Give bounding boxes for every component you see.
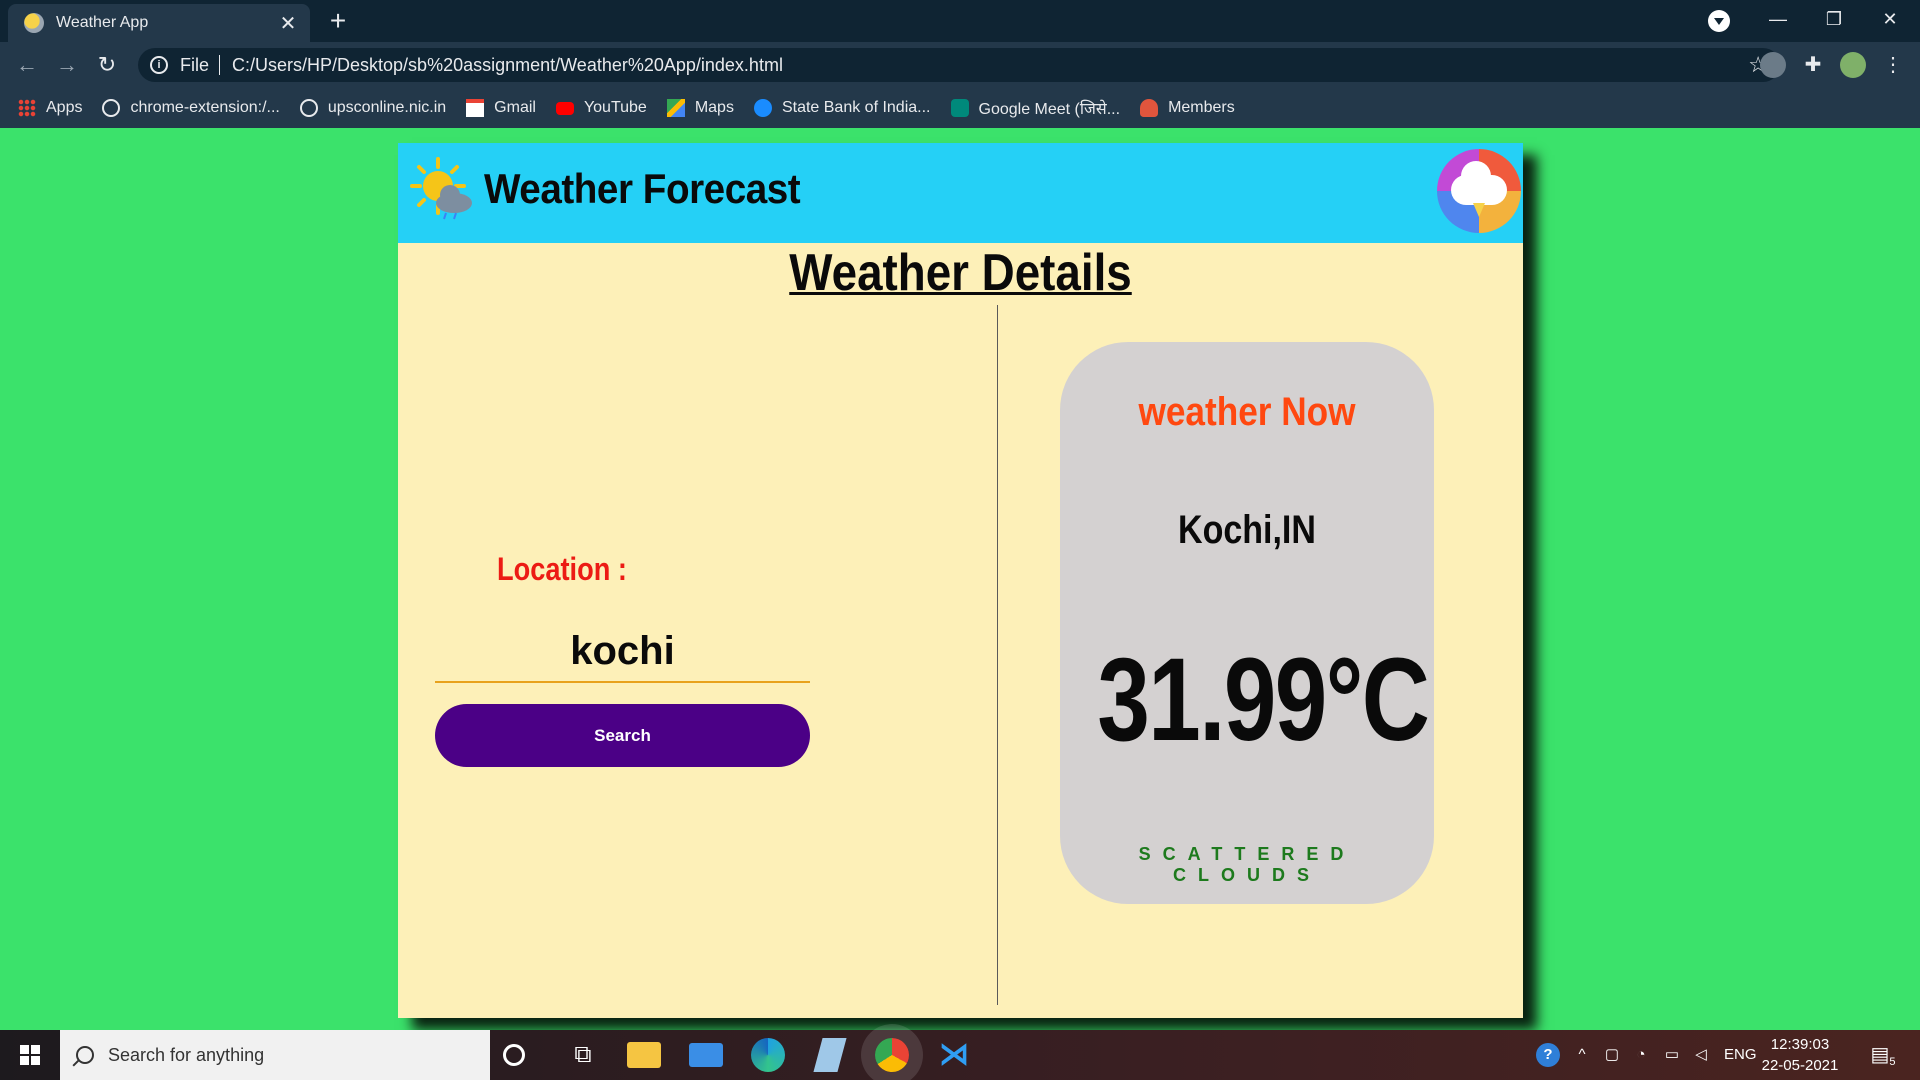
maps-icon — [666, 99, 685, 117]
vscode-icon[interactable]: ⋊ — [937, 1038, 971, 1072]
bookmark-label: Google Meet (जिसे... — [978, 101, 1121, 118]
start-button[interactable] — [0, 1030, 60, 1080]
bookmark-maps[interactable]: Maps — [666, 99, 734, 117]
section-title: Weather Details — [789, 244, 1132, 302]
wifi-icon[interactable]: ◔ — [1630, 1030, 1652, 1080]
bookmark-sbi[interactable]: State Bank of India... — [753, 99, 931, 117]
search-button[interactable]: Search — [435, 704, 810, 767]
search-icon — [76, 1046, 94, 1064]
bookmark-label: YouTube — [583, 99, 647, 116]
notification-center-icon[interactable]: ▤5 — [1868, 1030, 1898, 1080]
bookmark-label: State Bank of India... — [781, 99, 931, 116]
close-tab-icon[interactable]: ✕ — [276, 11, 300, 36]
bookmark-upsconline[interactable]: upsconline.nic.in — [299, 99, 447, 117]
youtube-icon — [555, 101, 574, 115]
weather-favicon-icon — [24, 13, 44, 33]
sbi-icon — [753, 99, 772, 117]
storm-cloud-icon — [1437, 149, 1521, 233]
weather-description: SCATTERED CLOUDS — [1138, 844, 1356, 885]
clock-date: 22-05-2021 — [1761, 1057, 1839, 1074]
language-indicator[interactable]: ENG — [1724, 1030, 1757, 1080]
members-icon — [1140, 99, 1159, 117]
task-view-icon[interactable]: ⧉ — [566, 1038, 600, 1072]
location-input[interactable] — [435, 621, 810, 683]
bookmark-label: Maps — [694, 99, 734, 116]
bookmark-label: Gmail — [494, 99, 536, 116]
menu-icon[interactable]: ⋮ — [1880, 52, 1906, 78]
help-icon[interactable]: ? — [1534, 1030, 1562, 1080]
restore-button[interactable]: ❐ — [1806, 0, 1862, 42]
minimize-button[interactable]: — — [1750, 0, 1806, 42]
new-tab-button[interactable]: + — [322, 6, 354, 38]
app-icon[interactable] — [813, 1038, 847, 1072]
forward-icon[interactable]: → — [52, 50, 82, 80]
volume-icon[interactable]: ◁ — [1690, 1030, 1712, 1080]
avatar[interactable] — [1840, 52, 1866, 78]
clock[interactable]: 12:39:03 22-05-2021 — [1760, 1034, 1840, 1076]
taskbar-search-placeholder: Search for anything — [108, 1044, 265, 1065]
chrome-icon[interactable] — [875, 1038, 909, 1072]
windows-logo-icon — [20, 1045, 40, 1065]
bookmarks-bar: Apps chrome-extension:/... upsconline.ni… — [0, 88, 1920, 128]
app-header: Weather Forecast — [398, 143, 1523, 243]
reload-icon[interactable]: ↻ — [92, 50, 122, 80]
bookmark-google-meet[interactable]: Google Meet (जिसे... — [950, 97, 1121, 119]
meet-now-icon[interactable]: ▢ — [1602, 1030, 1622, 1080]
bookmark-label: upsconline.nic.in — [327, 99, 447, 116]
windows-taskbar: Search for anything ⧉ ⋊ ? ^ ▢ ◔ ▭ ◁ ENG … — [0, 1030, 1920, 1080]
weather-now-title: weather Now — [1138, 390, 1356, 434]
puzzle-extensions-icon[interactable]: ✚ — [1800, 52, 1826, 78]
browser-tab[interactable]: Weather App ✕ — [8, 4, 310, 42]
chevron-up-icon[interactable]: ^ — [1572, 1030, 1592, 1080]
sun-cloud-icon — [410, 157, 472, 220]
bookmark-youtube[interactable]: YouTube — [555, 99, 647, 117]
info-icon[interactable]: i — [150, 56, 168, 74]
weather-now-panel: weather Now Kochi,IN 31.99°C SCATTERED C… — [1060, 342, 1434, 904]
edge-icon[interactable] — [751, 1038, 785, 1072]
clock-time: 12:39:03 — [1770, 1036, 1830, 1053]
bookmark-apps[interactable]: Apps — [18, 99, 82, 117]
url-scheme: File — [180, 54, 210, 75]
vertical-divider — [997, 305, 998, 1005]
browser-tab-strip: Weather App ✕ + — ❐ ✕ — [0, 0, 1920, 42]
weather-app-card: Weather Forecast Weather Details Locatio… — [398, 143, 1523, 1018]
window-close-button[interactable]: ✕ — [1862, 0, 1918, 42]
extension-icon[interactable] — [1760, 52, 1786, 78]
url-text: C:/Users/HP/Desktop/sb%20assignment/Weat… — [232, 54, 783, 75]
apps-grid-icon — [18, 99, 36, 117]
bookmark-label: Apps — [46, 99, 83, 116]
bookmark-gmail[interactable]: Gmail — [466, 99, 536, 117]
gmail-icon — [466, 99, 485, 117]
url-separator — [219, 55, 221, 75]
bookmark-members[interactable]: Members — [1140, 99, 1235, 117]
app-title: Weather Forecast — [484, 165, 801, 212]
battery-icon[interactable]: ▭ — [1660, 1030, 1684, 1080]
globe-icon — [299, 99, 318, 117]
file-explorer-icon[interactable] — [627, 1042, 661, 1068]
tab-search-icon[interactable] — [1708, 10, 1730, 32]
back-icon[interactable]: ← — [12, 50, 42, 80]
cortana-icon[interactable] — [503, 1044, 525, 1066]
bookmark-label: Members — [1168, 99, 1235, 116]
city-name: Kochi,IN — [1178, 508, 1316, 552]
mail-icon[interactable] — [689, 1043, 723, 1067]
temperature-value: 31.99°C — [1097, 634, 1430, 766]
taskbar-search-box[interactable]: Search for anything — [60, 1030, 490, 1080]
google-meet-icon — [950, 99, 969, 117]
bookmark-chrome-extension[interactable]: chrome-extension:/... — [102, 99, 280, 117]
tab-title: Weather App — [56, 14, 149, 31]
address-bar[interactable]: i File C:/Users/HP/Desktop/sb%20assignme… — [138, 48, 1780, 82]
globe-icon — [102, 99, 121, 117]
bookmark-label: chrome-extension:/... — [130, 99, 280, 116]
notification-count: 5 — [1889, 1056, 1896, 1068]
browser-toolbar: ← → ↻ i File C:/Users/HP/Desktop/sb%20as… — [0, 42, 1920, 88]
location-label: Location : — [497, 551, 627, 587]
